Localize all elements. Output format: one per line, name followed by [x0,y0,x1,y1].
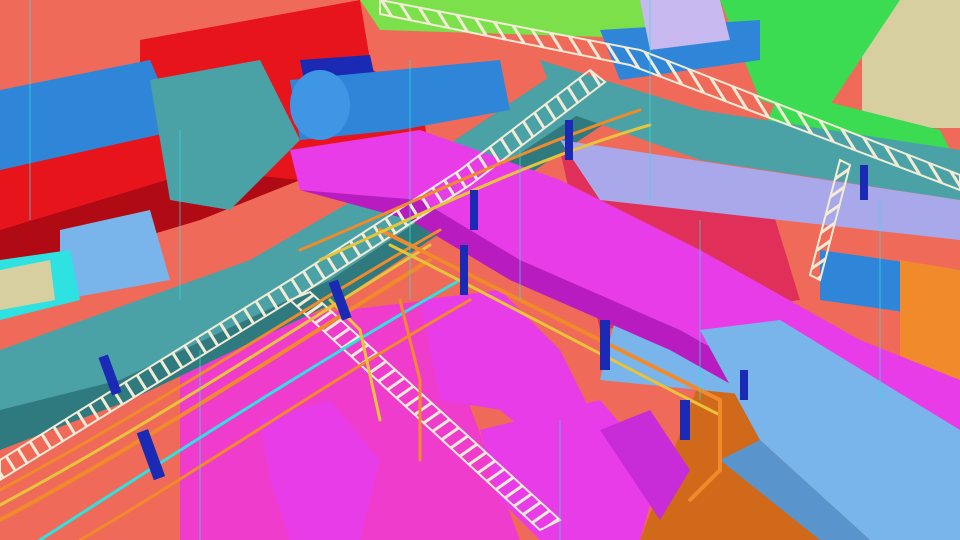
blue-duct-bend [290,70,350,140]
bim-mep-coordination-render [0,0,960,540]
